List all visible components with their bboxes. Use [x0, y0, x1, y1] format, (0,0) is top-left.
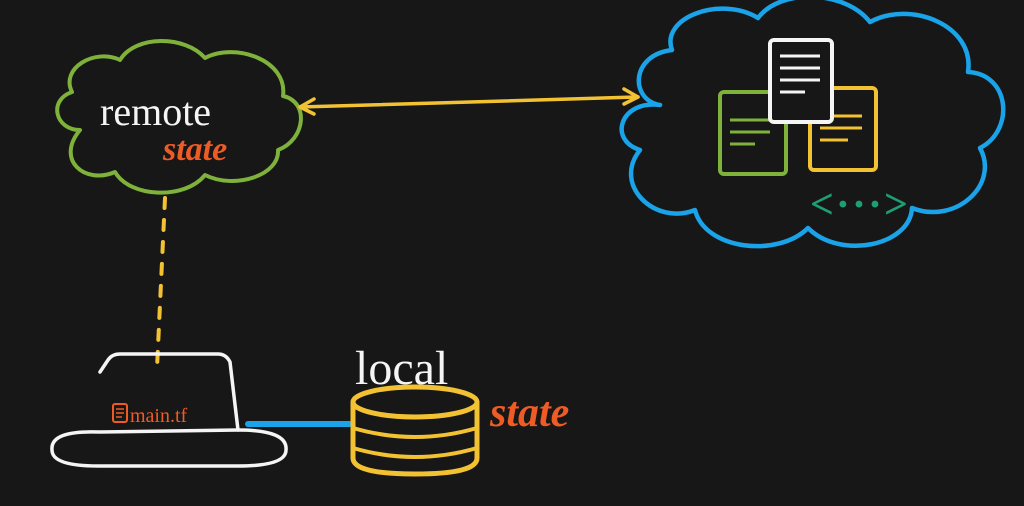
resource-cloud: <···>: [622, 0, 1004, 246]
file-icon: [113, 404, 127, 422]
remote-to-resource-arrow: [300, 89, 638, 114]
remote-label-line2: state: [162, 131, 227, 168]
laptop-base: [52, 430, 286, 466]
documents: [720, 40, 876, 174]
remote-to-laptop-link: [157, 198, 165, 368]
doc-white: [770, 40, 832, 122]
local-state-label: local state: [355, 342, 569, 436]
db-ring1: [353, 428, 477, 437]
remote-state-cloud: remote state: [57, 41, 301, 193]
laptop: main.tf: [52, 354, 286, 466]
dashed-line: [157, 198, 165, 368]
local-label-line2: state: [489, 390, 569, 436]
code-glyph: <···>: [810, 182, 910, 228]
local-label-line1: local: [355, 342, 448, 395]
file-label: main.tf: [130, 405, 188, 427]
remote-label-line1: remote: [100, 89, 211, 134]
local-state-db: [353, 387, 477, 474]
terraform-state-diagram: remote state main.tf local state: [0, 0, 1024, 506]
arrow-shaft: [300, 97, 638, 107]
db-ring2: [353, 448, 477, 457]
